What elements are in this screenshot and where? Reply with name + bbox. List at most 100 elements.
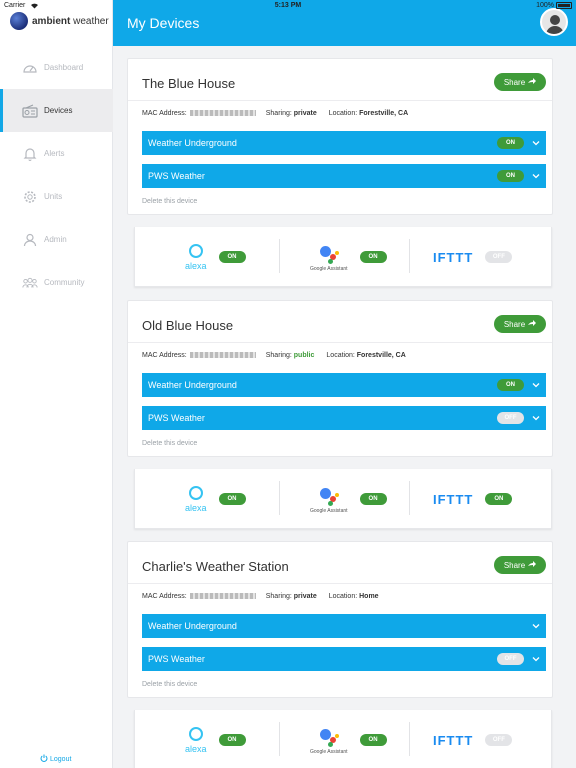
toggle-switch[interactable]: OFF: [497, 412, 524, 424]
radio-icon: [22, 103, 38, 119]
delete-device-link[interactable]: Delete this device: [128, 671, 552, 697]
alexa-icon: [188, 243, 203, 258]
logo-text: ambient weather: [32, 15, 109, 27]
mac-address-redacted: [189, 110, 256, 116]
share-button[interactable]: Share: [494, 556, 546, 574]
integrations-panel: alexa ON Google Assistant ON IFTTT OFF: [134, 710, 552, 768]
ifttt-logo: IFTTT: [433, 249, 474, 265]
toggle-switch[interactable]: OFF: [497, 653, 524, 665]
service-row[interactable]: PWS Weather ON: [142, 164, 546, 188]
toggle-switch[interactable]: ON: [218, 493, 246, 505]
service-label: Weather Underground: [148, 138, 237, 148]
ifttt-logo: IFTTT: [433, 732, 474, 748]
alexa-integration: alexa ON: [185, 710, 280, 768]
service-label: PWS Weather: [148, 413, 205, 423]
users-icon: [22, 275, 38, 291]
delete-device-link[interactable]: Delete this device: [128, 188, 552, 214]
location-value: Home: [359, 592, 379, 600]
gauge-icon: [22, 60, 38, 76]
device-name: The Blue House: [142, 76, 236, 91]
service-label: Weather Underground: [148, 621, 237, 631]
share-button[interactable]: Share: [494, 73, 546, 91]
sidebar-item-admin[interactable]: Admin: [0, 218, 113, 261]
sharing-label: Sharing: public: [265, 351, 315, 359]
service-row[interactable]: Weather Underground: [142, 614, 546, 638]
sidebar-item-label: Units: [44, 192, 63, 201]
alexa-logo: alexa: [185, 243, 207, 271]
toggle-switch[interactable]: ON: [497, 379, 524, 391]
chevron-down-icon[interactable]: [532, 172, 540, 180]
service-label: Weather Underground: [148, 380, 237, 390]
service-row[interactable]: Weather Underground ON: [142, 131, 546, 155]
device-card: The Blue House Share MAC Address: Sharing: …: [127, 58, 553, 215]
service-row[interactable]: PWS Weather OFF: [142, 647, 546, 671]
sidebar-item-community[interactable]: Community: [0, 261, 113, 304]
sidebar-item-units[interactable]: Units: [0, 175, 113, 218]
delete-device-link[interactable]: Delete this device: [128, 430, 552, 456]
logo[interactable]: ambient weather: [10, 12, 109, 30]
sharing-label: Sharing: private: [265, 592, 317, 600]
share-arrow-icon: [528, 560, 537, 570]
integrations-panel: alexa ON Google Assistant ON IFTTT ON: [134, 469, 552, 529]
chevron-down-icon[interactable]: [532, 655, 540, 663]
battery-icon: [556, 2, 572, 9]
battery-indicator: 100%: [536, 2, 572, 9]
share-arrow-icon: [528, 77, 537, 87]
google-assistant-logo: Google Assistant: [310, 725, 348, 755]
sidebar: ambient weather Dashboard Devices Alerts…: [0, 0, 113, 768]
mac-address-label: MAC Address:: [142, 109, 187, 117]
toggle-switch[interactable]: OFF: [485, 251, 513, 263]
toggle-switch[interactable]: ON: [497, 170, 524, 182]
power-icon: [40, 754, 48, 764]
ifttt-integration: IFTTT ON: [433, 469, 543, 529]
chevron-down-icon[interactable]: [532, 414, 540, 422]
alexa-integration: alexa ON: [185, 227, 280, 287]
toggle-switch[interactable]: ON: [497, 137, 524, 149]
device-card: Charlie's Weather Station Share MAC Addres…: [127, 541, 553, 698]
toggle-switch[interactable]: OFF: [485, 734, 513, 746]
device-info-row: MAC Address: Sharing: private Location: Fo…: [128, 101, 552, 125]
device-info-row: MAC Address: Sharing: public Location: For…: [128, 343, 552, 367]
sharing-value: private: [293, 109, 317, 117]
avatar[interactable]: [540, 8, 568, 36]
mac-address-redacted: [189, 352, 256, 358]
device-card-header: Old Blue House Share: [128, 301, 552, 343]
sidebar-item-devices[interactable]: Devices: [0, 89, 113, 132]
toggle-switch[interactable]: ON: [359, 251, 387, 263]
chevron-down-icon[interactable]: [532, 381, 540, 389]
sidebar-item-label: Community: [44, 278, 85, 287]
toggle-switch[interactable]: ON: [218, 251, 246, 263]
alexa-icon: [188, 726, 203, 741]
sidebar-item-label: Devices: [44, 106, 73, 115]
logout-label: Logout: [50, 755, 72, 763]
sharing-value: public: [293, 351, 315, 359]
google-assistant-integration: Google Assistant ON: [280, 710, 410, 768]
chevron-down-icon[interactable]: [532, 139, 540, 147]
toggle-switch[interactable]: ON: [485, 493, 513, 505]
service-row[interactable]: PWS Weather OFF: [142, 406, 546, 430]
chevron-down-icon[interactable]: [532, 622, 540, 630]
bell-icon: [22, 146, 38, 162]
location-label: Location: Forestville, CA: [326, 351, 406, 359]
sidebar-item-dashboard[interactable]: Dashboard: [0, 46, 113, 89]
google-assistant-icon: [318, 484, 340, 506]
sharing-label: Sharing: private: [265, 109, 317, 117]
service-label: PWS Weather: [148, 654, 205, 664]
toggle-switch[interactable]: ON: [359, 493, 387, 505]
logout-link[interactable]: Logout: [40, 754, 71, 764]
device-name: Charlie's Weather Station: [142, 559, 289, 574]
location-label: Location: Home: [328, 592, 379, 600]
ifttt-integration: IFTTT OFF: [433, 710, 543, 768]
device-info-row: MAC Address: Sharing: private Location: Ho…: [128, 584, 552, 608]
toggle-switch[interactable]: ON: [218, 734, 246, 746]
mac-address-label: MAC Address:: [142, 592, 187, 600]
sidebar-item-label: Alerts: [44, 149, 65, 158]
alexa-logo: alexa: [185, 485, 207, 513]
service-row[interactable]: Weather Underground ON: [142, 373, 546, 397]
google-assistant-integration: Google Assistant ON: [280, 469, 410, 529]
share-button[interactable]: Share: [494, 315, 546, 333]
sidebar-item-alerts[interactable]: Alerts: [0, 132, 113, 175]
device-card-header: The Blue House Share: [128, 59, 552, 101]
toggle-switch[interactable]: ON: [359, 734, 387, 746]
globe-logo-icon: [10, 12, 28, 30]
